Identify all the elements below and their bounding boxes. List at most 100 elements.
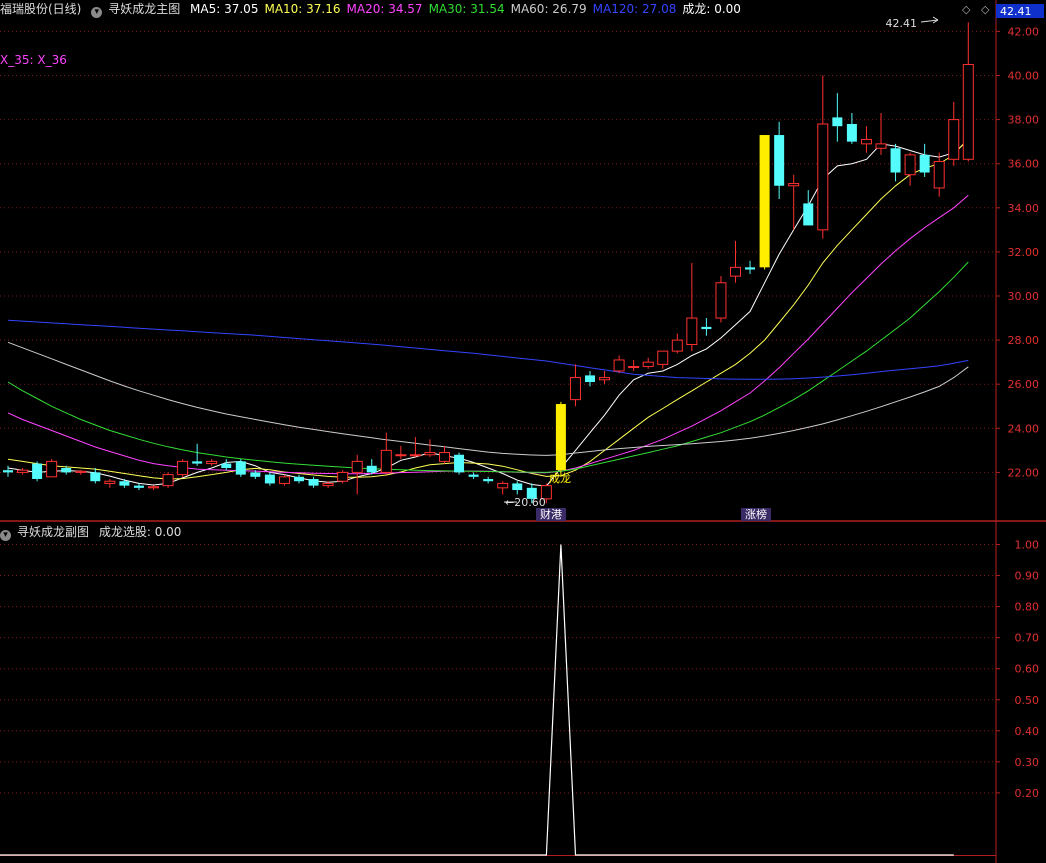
candle-body xyxy=(657,350,669,365)
legend-item: MA30: 31.54 xyxy=(428,2,505,16)
sub-value-label: 成龙选股: 0.00 xyxy=(98,525,182,539)
candle-body xyxy=(569,377,581,401)
candle-body xyxy=(439,452,450,462)
ma-line-ma120 xyxy=(7,319,969,380)
candle-body xyxy=(817,123,829,231)
candle-body xyxy=(512,483,523,491)
candle-body xyxy=(46,460,58,478)
main-chart-header: 福瑞股份(日线) ▾ 寻妖成龙主图 MA5: 37.05 MA10: 37.16 MA… xyxy=(0,0,753,18)
candle-body xyxy=(715,282,727,319)
y-tick-label: 38.00 xyxy=(1008,114,1040,127)
candle-body xyxy=(61,467,72,473)
y-tick-label: 0.20 xyxy=(1015,787,1040,800)
candle-body xyxy=(409,454,421,457)
y-tick-label: 0.40 xyxy=(1015,725,1040,738)
candle-body xyxy=(32,463,43,480)
candle-body xyxy=(468,474,479,477)
candle-body xyxy=(788,183,800,187)
candle-body xyxy=(454,454,465,473)
candle-body xyxy=(585,375,595,382)
legend-item: MA60: 26.79 xyxy=(510,2,587,16)
legend-item: 成龙: 0.00 xyxy=(682,2,741,16)
stock-chart[interactable]: 22.00 24.00 26.00 28.00 30.00 32.00 34.00 36.00… xyxy=(0,0,1046,863)
candle-body xyxy=(75,470,87,473)
ma-line-ma60 xyxy=(7,341,969,456)
candle-body xyxy=(803,203,814,226)
candle-body xyxy=(599,377,611,381)
candle-body xyxy=(745,267,756,270)
candle-body xyxy=(264,474,275,484)
candle-body xyxy=(642,361,654,368)
chevron-down-icon[interactable]: ▾ xyxy=(0,530,11,541)
candle-body xyxy=(730,266,741,277)
y-tick-label: 22.00 xyxy=(1008,466,1040,479)
sub-chart-header: ▾ 寻妖成龙副图 成龙选股: 0.00 xyxy=(0,523,187,541)
candle-body xyxy=(671,339,683,352)
stock-title[interactable]: 福瑞股份(日线) xyxy=(0,2,81,16)
y-tick-label: 24.00 xyxy=(1008,422,1040,435)
chevron-down-icon[interactable]: ▾ xyxy=(91,7,103,18)
ma-legend: MA5: 37.05 MA10: 37.16 MA20: 34.57 MA30: 31… xyxy=(190,2,747,16)
candle-body xyxy=(221,463,232,468)
candle-body xyxy=(919,154,930,173)
candle-body xyxy=(628,366,640,369)
candle-body xyxy=(890,148,901,173)
candles xyxy=(3,22,974,504)
news-tag: 财港 xyxy=(540,507,562,521)
candle-body xyxy=(308,479,319,486)
candle-body xyxy=(774,135,785,186)
candle-body xyxy=(17,469,29,473)
candle-body xyxy=(424,452,436,456)
y-tick-label: 0.80 xyxy=(1015,601,1040,614)
candle-body xyxy=(250,472,261,477)
y-tick-label: 26.00 xyxy=(1008,378,1040,391)
y-tick-label: 0.30 xyxy=(1015,756,1040,769)
ma-line-ma30 xyxy=(7,261,969,473)
y-tick-label: 42.00 xyxy=(1008,25,1040,38)
signal-label: 成龙 xyxy=(549,472,571,485)
candle-body xyxy=(759,135,770,268)
candle-body xyxy=(686,317,698,346)
candle-body xyxy=(206,460,218,465)
candle-body xyxy=(90,472,101,482)
y-tick-label: 0.50 xyxy=(1015,694,1040,707)
candle-body xyxy=(875,143,887,149)
candle-body xyxy=(235,461,246,475)
candle-body xyxy=(483,479,494,482)
indicator-name[interactable]: 寻妖成龙主图 xyxy=(108,2,180,16)
candle-body xyxy=(278,476,290,484)
candle-body xyxy=(701,326,712,330)
candle-body xyxy=(351,460,363,473)
candle-body xyxy=(948,119,960,160)
candle-body xyxy=(933,160,945,189)
candle-body xyxy=(148,486,159,489)
y-tick-label: 0.90 xyxy=(1015,570,1040,583)
diamond-icon[interactable]: ◇ xyxy=(981,3,989,16)
candle-body xyxy=(133,485,144,488)
candle-body xyxy=(380,449,392,473)
candle-body xyxy=(119,481,130,486)
legend-item: MA120: 27.08 xyxy=(592,2,677,16)
high-price-label: 42.41 xyxy=(886,17,918,30)
y-tick-label: 1.00 xyxy=(1015,539,1040,552)
y-tick-label: 30.00 xyxy=(1008,290,1040,303)
candle-body xyxy=(104,480,116,484)
candle-body xyxy=(322,482,334,487)
legend-item: MA20: 34.57 xyxy=(346,2,423,16)
candle-body xyxy=(162,474,174,487)
candle-body xyxy=(904,154,916,176)
legend-item: MA10: 37.16 xyxy=(264,2,341,16)
current-price-label: 42.41 xyxy=(1000,5,1032,18)
y-tick-label: 0.60 xyxy=(1015,663,1040,676)
diamond-icon[interactable]: ◇ xyxy=(962,3,970,16)
y-tick-label: 28.00 xyxy=(1008,334,1040,347)
ma-line-ma20 xyxy=(7,194,969,475)
candle-body xyxy=(962,63,974,160)
candle-body xyxy=(177,460,189,476)
sub-indicator-name[interactable]: 寻妖成龙副图 xyxy=(17,525,89,539)
y-tick-label: 32.00 xyxy=(1008,246,1040,259)
candle-body xyxy=(860,138,872,145)
candle-body xyxy=(395,454,407,457)
legend-item: MA5: 37.05 xyxy=(190,2,259,16)
y-tick-label: 40.00 xyxy=(1008,70,1040,83)
